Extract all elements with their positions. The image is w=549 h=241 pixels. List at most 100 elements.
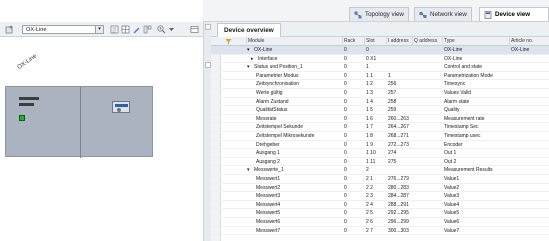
- table-row[interactable]: ▾ OX-Line 0 0 OX-Line OX-Line: [211, 46, 549, 55]
- cell-rack: 0: [344, 167, 347, 174]
- cell-slot: 1 5: [366, 107, 373, 114]
- status-led-icon: [19, 115, 25, 121]
- tab-device-view[interactable]: Device view: [479, 7, 549, 21]
- cell-article: OX-Line: [511, 47, 530, 53]
- table-row[interactable]: Messwert3 0 2 3 284...287 Value3: [211, 192, 549, 201]
- device-select[interactable]: OX-Line ▾: [22, 25, 104, 34]
- cell-type: Alarm state: [444, 98, 470, 105]
- table-row[interactable]: Messwert4 0 2 4 288...291 Value4: [211, 201, 549, 210]
- cell-i: 259: [388, 107, 397, 114]
- cell-type: Timestamp usec: [444, 133, 481, 139]
- device-rack[interactable]: [5, 86, 153, 158]
- cell-rack: 0: [344, 55, 347, 62]
- cell-rack: 0: [344, 124, 347, 131]
- table-row[interactable]: Messwert7 0 2 7 300...303 Value7: [211, 227, 549, 236]
- table-row[interactable]: Messwert1 0 2 1 276...279 Value1: [211, 175, 549, 184]
- col-rack[interactable]: Rack: [342, 37, 364, 46]
- table-row[interactable]: Ausgang 1 0 1 10 274 Out 1: [211, 149, 549, 158]
- table-row[interactable]: QualitätStatus 0 1 5 259 Quality: [211, 106, 549, 115]
- table-row[interactable]: Messwert2 0 2 2 280...283 Value2: [211, 184, 549, 193]
- vendor-logo: [115, 104, 128, 107]
- device-module[interactable]: [112, 101, 130, 113]
- tab-topology-view[interactable]: Topology view: [349, 7, 409, 21]
- tab-network-view[interactable]: Network view: [414, 7, 472, 21]
- table-row[interactable]: Zeitstempel Mikrosekunde 0 1 8 268...271 Tim…: [211, 132, 549, 141]
- table-row[interactable]: Werte gültig 0 1 3 257 Values Valid: [211, 89, 549, 98]
- table-row[interactable]: Alarm Zustand 0 1 4 258 Alarm state: [211, 98, 549, 107]
- cell-module: Parametrier Modus: [256, 72, 299, 79]
- device-display-bar: [19, 97, 39, 100]
- table-row[interactable]: Messwert5 0 2 5 292...295 Value5: [211, 209, 549, 218]
- table-row[interactable]: ▸ Interface 0 0 X1 OX-Line: [211, 55, 549, 64]
- pane-splitter[interactable]: [203, 22, 211, 241]
- cell-i: 296...299: [388, 219, 409, 225]
- expand-toggle-icon[interactable]: ▾: [247, 63, 250, 71]
- cell-rack: 0: [344, 193, 347, 200]
- cell-rack: 0: [344, 133, 347, 139]
- cell-type: Measurement Results: [444, 167, 493, 174]
- table-row[interactable]: Messrate 0 1 6 260...263 Measurement rate: [211, 115, 549, 124]
- expand-toggle-icon[interactable]: ▾: [247, 46, 250, 54]
- chevron-down-icon[interactable]: ▾: [95, 26, 103, 33]
- table-row[interactable]: ▾ Status und Position_1 0 1 Control and stat…: [211, 63, 549, 72]
- col-i-address[interactable]: I address: [386, 37, 412, 46]
- cell-module: Messwert3: [256, 193, 281, 200]
- table-row[interactable]: Messwert6 0 2 6 296...299 Value6: [211, 218, 549, 227]
- cell-i: 284...287: [388, 193, 409, 200]
- zoom-dropdown-icon[interactable]: [167, 25, 176, 34]
- cell-module: Drehgeber: [256, 141, 280, 148]
- expand-toggle-icon[interactable]: ▸: [251, 55, 254, 63]
- table-row[interactable]: ▾ Messwerte_1 0 2 Measurement Results: [211, 166, 549, 175]
- cell-type: Value7: [444, 227, 460, 234]
- cell-type: Value2: [444, 184, 460, 191]
- table-row[interactable]: Zeitsynchronisation 0 1 2 256 Timesync: [211, 80, 549, 89]
- cell-rack: 0: [344, 115, 347, 122]
- layout-icon[interactable]: [143, 25, 152, 34]
- add-device-icon[interactable]: [5, 25, 14, 34]
- properties-icon[interactable]: [110, 25, 119, 34]
- col-type[interactable]: Type: [442, 37, 509, 46]
- cell-slot: 2: [366, 167, 369, 174]
- zoom-in-icon[interactable]: [157, 25, 166, 34]
- col-module[interactable]: Module: [246, 37, 342, 46]
- tab-device-overview[interactable]: Device overview: [217, 23, 281, 37]
- cell-type: OX-Line: [444, 55, 463, 62]
- col-q-address[interactable]: Q address: [412, 37, 442, 46]
- cell-i: 256: [388, 81, 397, 88]
- cell-type: Value1: [444, 176, 460, 182]
- cell-slot: 1 8: [366, 133, 373, 139]
- col-article-no[interactable]: Article no.: [509, 37, 549, 46]
- grid-icon[interactable]: [121, 25, 130, 34]
- expand-toggle-icon[interactable]: ▾: [247, 166, 250, 174]
- cell-slot: 2 5: [366, 210, 373, 217]
- cell-slot: 0 X1: [366, 55, 377, 62]
- cell-type: Value3: [444, 193, 460, 200]
- overview-toggle-icon[interactable]: [190, 25, 199, 34]
- device-overview-table: Module Rack Slot I address Q address Typ…: [211, 37, 549, 241]
- table-row[interactable]: Zeitstempel Sekunde 0 1 7 264...267 Timestam…: [211, 123, 549, 132]
- table-row[interactable]: Drehgeber 0 1 9 272...273 Encoder: [211, 141, 549, 150]
- cell-module: Messwert6: [256, 219, 281, 225]
- cell-i: 274: [388, 150, 397, 157]
- cell-type: Value6: [444, 219, 460, 225]
- tab-device-view-label: Device view: [495, 11, 531, 18]
- cell-module: Messwert1: [256, 176, 281, 182]
- cell-module: Status und Position_1: [254, 64, 303, 71]
- device-canvas[interactable]: OX-Line: [0, 37, 203, 241]
- cell-i: 288...291: [388, 201, 409, 208]
- tab-topology-view-label: Topology view: [365, 11, 404, 18]
- table-row[interactable]: Ausgang 2 0 1 11 275 Out 2: [211, 158, 549, 167]
- cell-type: Control and state: [444, 64, 483, 71]
- cell-rack: 0: [344, 107, 347, 114]
- cell-slot: 2 6: [366, 219, 373, 225]
- col-slot[interactable]: Slot: [364, 37, 386, 46]
- table-row[interactable]: Parametrier Modus 0 1 1 1 Parametrization Mo…: [211, 72, 549, 81]
- cell-type: Timestamp Sec: [444, 124, 479, 131]
- cell-i: 257: [388, 90, 397, 96]
- cell-slot: 1 11: [366, 158, 376, 165]
- cell-rack: 0: [344, 90, 347, 96]
- filter-icon[interactable]: [225, 38, 232, 45]
- cell-type: OX-Line: [444, 47, 463, 53]
- edit-icon[interactable]: [132, 25, 141, 34]
- cell-type: Out 1: [444, 150, 457, 157]
